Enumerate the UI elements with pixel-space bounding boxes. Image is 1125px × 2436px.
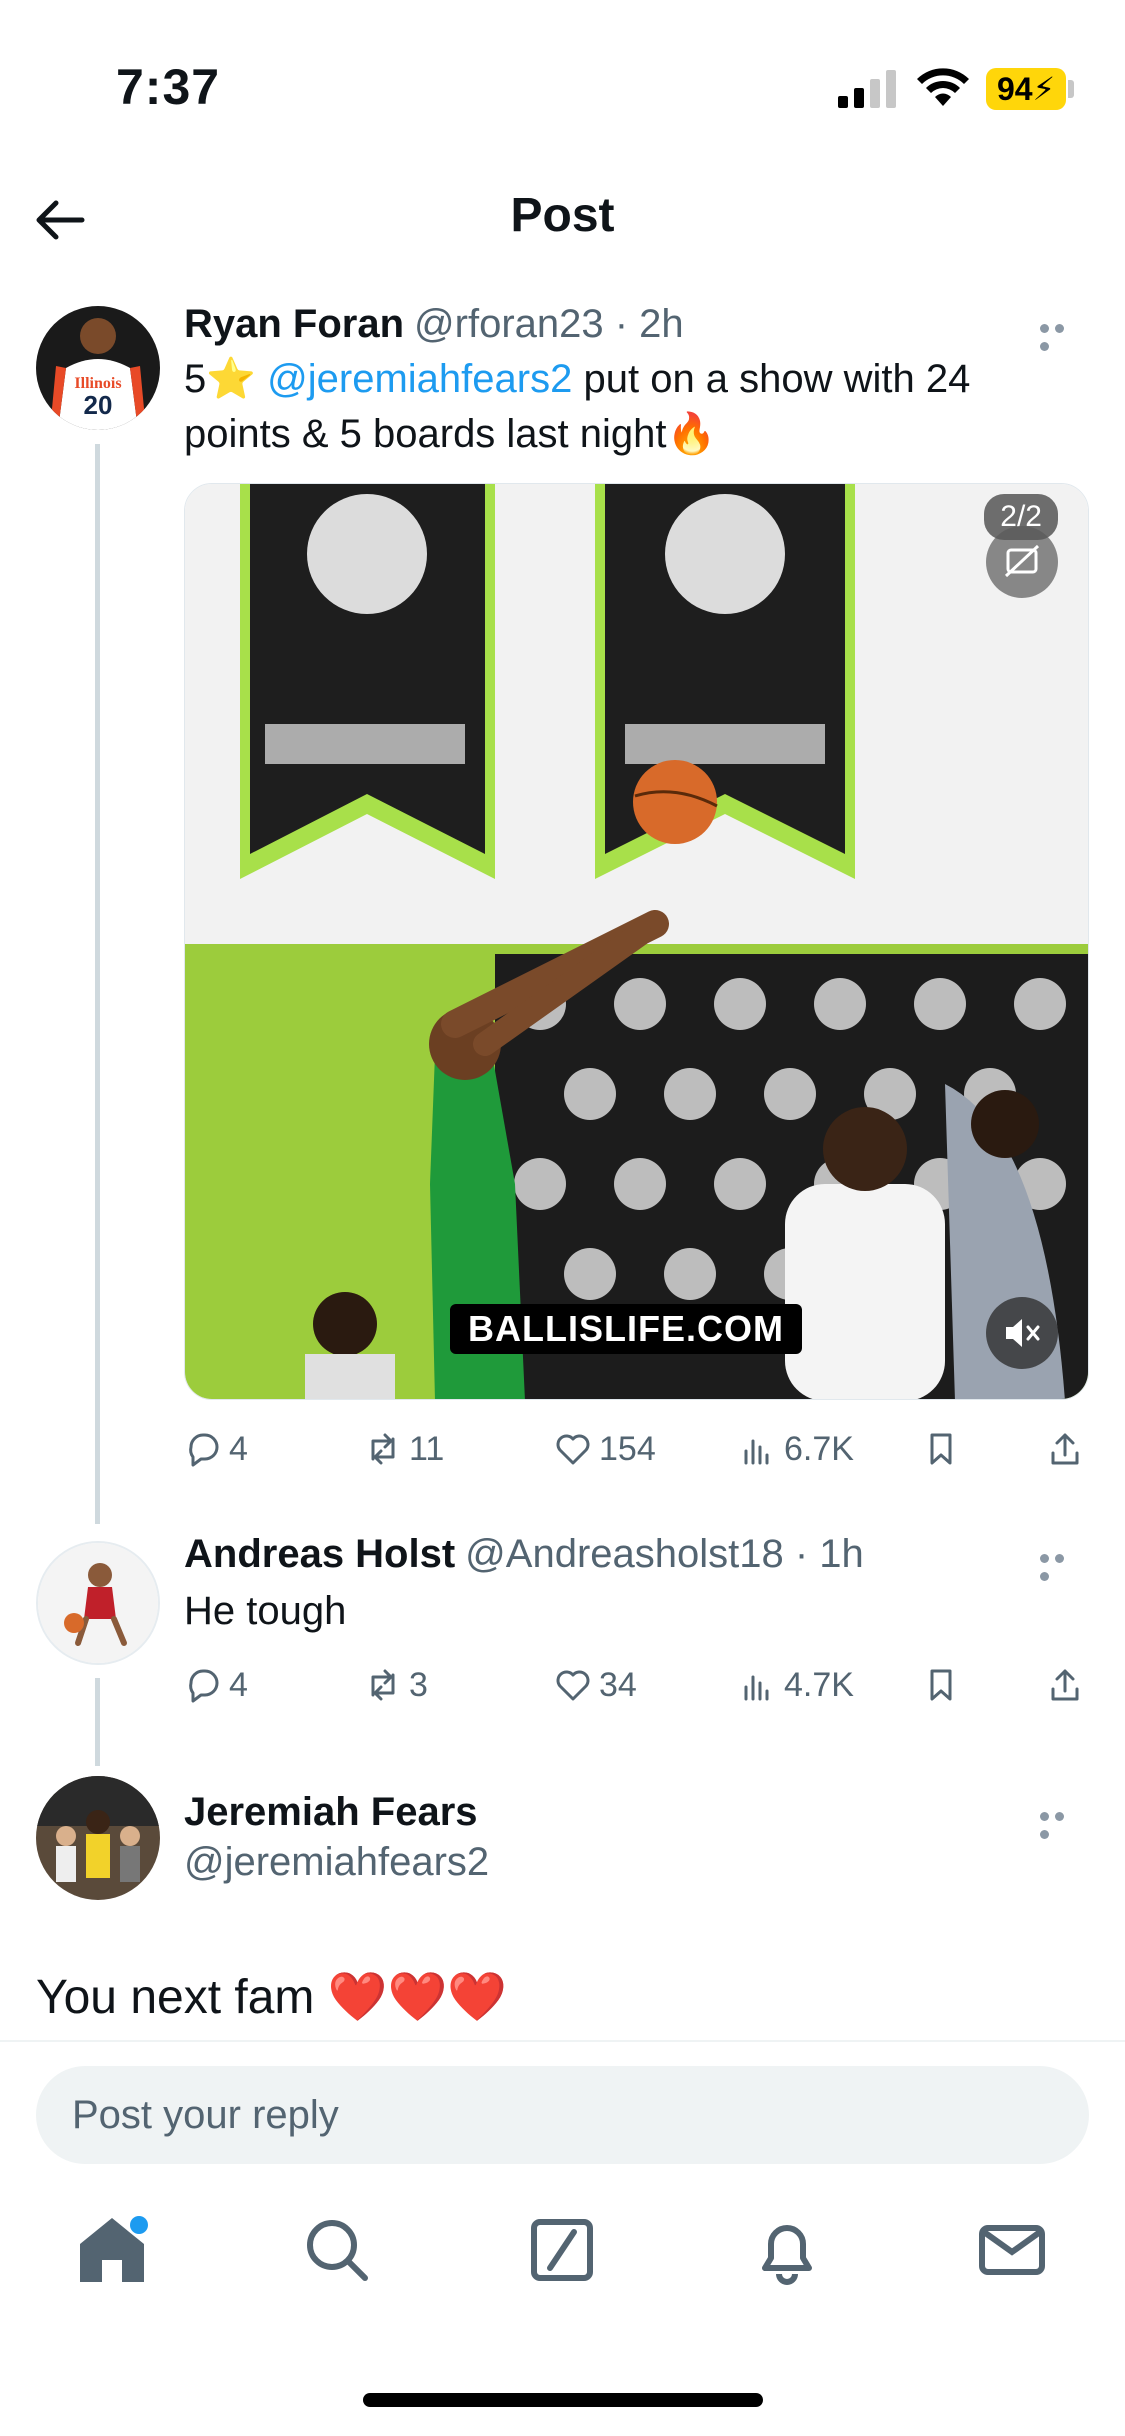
- bookmark-icon: [930, 1669, 952, 1701]
- tweet-text: He tough: [184, 1589, 347, 1633]
- reply-box[interactable]: [36, 2066, 1089, 2164]
- author-handle[interactable]: @rforan23 · 2h: [414, 302, 684, 346]
- repost-count: 11: [409, 1429, 445, 1468]
- repost-icon: [371, 1433, 395, 1465]
- reply-button[interactable]: 4: [183, 1660, 248, 1710]
- author-name[interactable]: Andreas Holst: [184, 1532, 455, 1576]
- battery-icon: 94⚡: [986, 68, 1066, 110]
- author-handle-row: @jeremiahfears2: [184, 1840, 489, 1885]
- tweet-actions: 4 11 154 6.7K: [183, 1424, 1083, 1474]
- battery-level: 94: [996, 71, 1033, 107]
- wifi-icon: [917, 68, 969, 106]
- avatar-jeremiah-fears[interactable]: [36, 1776, 160, 1900]
- like-icon: [556, 1434, 590, 1465]
- author-name-row: Jeremiah Fears: [184, 1790, 478, 1835]
- tweet-video[interactable]: 2/2 BALLISLIFE.COM: [184, 483, 1089, 1400]
- battery-tip: [1068, 80, 1074, 98]
- author-name[interactable]: Jeremiah Fears: [184, 1790, 478, 1834]
- status-time: 7:37: [116, 59, 221, 115]
- tweet-text: 5⭐ @jeremiahfears2 put on a show with 24…: [184, 352, 1084, 462]
- views-icon: [744, 1439, 769, 1465]
- tweet-header: Ryan Foran @rforan23 · 2h: [184, 302, 684, 347]
- tweet-actions: 4 3 34 4.7K: [183, 1660, 1083, 1710]
- repost-count: 3: [409, 1665, 428, 1704]
- divider: [0, 2040, 1125, 2042]
- like-button[interactable]: 34: [553, 1660, 637, 1710]
- header: Post: [0, 170, 1125, 270]
- share-icon: [1051, 1433, 1079, 1465]
- author-handle[interactable]: @Andreasholst18 · 1h: [465, 1532, 864, 1576]
- tweet-header: Andreas Holst @Andreasholst18 · 1h: [184, 1532, 864, 1577]
- mention-link[interactable]: @jeremiahfears2: [267, 357, 572, 401]
- video-watermark: BALLISLIFE.COM: [450, 1304, 802, 1354]
- status-bar: 7:37 94⚡: [0, 0, 1125, 150]
- messages-icon[interactable]: [972, 2210, 1052, 2290]
- more-icon[interactable]: [1040, 1550, 1084, 1581]
- tweet-text-prefix: 5⭐: [184, 357, 268, 401]
- notifications-icon[interactable]: [747, 2210, 827, 2290]
- repost-icon: [371, 1669, 395, 1701]
- video-frame: [185, 484, 1088, 1399]
- reply-count: 4: [229, 1665, 248, 1704]
- author-handle[interactable]: @jeremiahfears2: [184, 1840, 489, 1884]
- bookmark-button[interactable]: [921, 1660, 967, 1710]
- like-count: 34: [599, 1665, 637, 1704]
- share-icon: [1051, 1669, 1079, 1701]
- search-icon[interactable]: [297, 2210, 377, 2290]
- more-icon[interactable]: [1040, 320, 1084, 351]
- views-button[interactable]: 4.7K: [738, 1660, 854, 1710]
- cellular-signal-icon: [838, 70, 896, 108]
- main-post-text: You next fam ❤️❤️❤️: [36, 1971, 508, 2024]
- views-count: 4.7K: [784, 1665, 854, 1704]
- more-icon[interactable]: [1040, 1808, 1084, 1839]
- home-notification-dot: [130, 2216, 148, 2234]
- mute-icon[interactable]: [986, 1297, 1058, 1369]
- svg-text:20: 20: [84, 390, 113, 420]
- thread-line: [95, 444, 100, 1524]
- reply-icon: [189, 1669, 219, 1703]
- share-button[interactable]: [1045, 1660, 1091, 1710]
- like-button[interactable]: 154: [553, 1424, 656, 1474]
- reply-input[interactable]: [36, 2066, 1089, 2164]
- author-name[interactable]: Ryan Foran: [184, 302, 404, 346]
- views-icon: [744, 1675, 769, 1701]
- views-count: 6.7K: [784, 1429, 854, 1468]
- home-indicator: [363, 2393, 763, 2407]
- avatar-ryan-foran[interactable]: Illinois 20: [36, 306, 160, 430]
- reply-button[interactable]: 4: [183, 1424, 248, 1474]
- like-icon: [556, 1670, 590, 1701]
- thread-line: [95, 1678, 100, 1766]
- like-count: 154: [599, 1429, 656, 1468]
- repost-button[interactable]: 3: [363, 1660, 428, 1710]
- avatar-andreas-holst[interactable]: [36, 1541, 160, 1665]
- reply-icon: [189, 1433, 219, 1467]
- repost-button[interactable]: 11: [363, 1424, 444, 1474]
- page-title: Post: [510, 189, 615, 242]
- share-button[interactable]: [1045, 1424, 1091, 1474]
- bookmark-icon: [930, 1433, 952, 1465]
- bottom-tab-bar: [0, 2210, 1125, 2320]
- cc-icon[interactable]: [986, 526, 1058, 598]
- bookmark-button[interactable]: [921, 1424, 967, 1474]
- reply-count: 4: [229, 1429, 248, 1468]
- views-button[interactable]: 6.7K: [738, 1424, 854, 1474]
- grok-icon[interactable]: [522, 2210, 602, 2290]
